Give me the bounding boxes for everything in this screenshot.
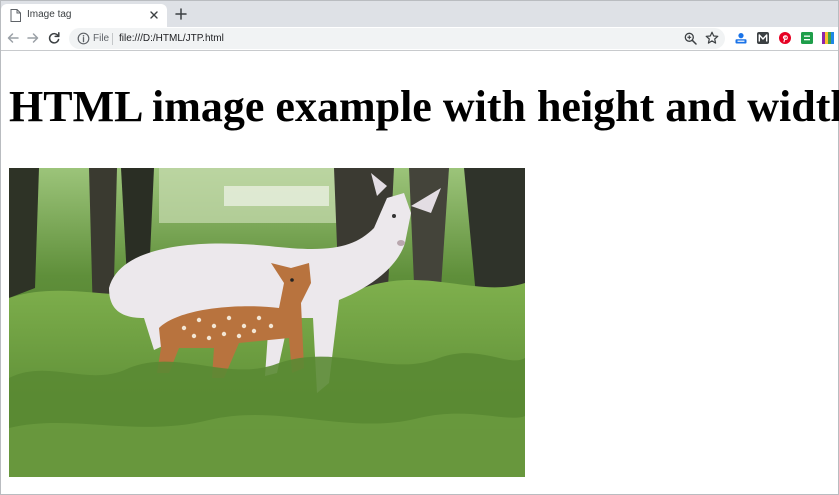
reload-icon[interactable]: [47, 31, 61, 45]
url-text[interactable]: file:///D:/HTML/JTP.html: [119, 31, 224, 46]
color-bars-icon[interactable]: [822, 32, 834, 44]
green-square-icon[interactable]: [801, 32, 813, 44]
browser-window: Image tag File file:///D:/HTML/JTP.html …: [0, 0, 839, 495]
m-logo-icon[interactable]: [757, 32, 769, 44]
deer-photo: [9, 168, 525, 477]
user-upload-icon[interactable]: [735, 32, 747, 44]
pinterest-icon[interactable]: [779, 32, 791, 44]
browser-toolbar: File file:///D:/HTML/JTP.html: [1, 27, 838, 51]
zoom-icon[interactable]: [684, 32, 697, 45]
close-tab-icon[interactable]: [148, 9, 160, 21]
address-bar[interactable]: File file:///D:/HTML/JTP.html: [69, 28, 725, 49]
back-arrow-icon[interactable]: [6, 31, 20, 45]
star-icon[interactable]: [705, 31, 719, 45]
forward-arrow-icon[interactable]: [26, 31, 40, 45]
plus-icon[interactable]: [174, 7, 188, 21]
info-icon[interactable]: [77, 32, 90, 45]
chip-divider: [112, 33, 113, 45]
tab-title: Image tag: [27, 9, 72, 20]
scheme-chip: File: [93, 33, 110, 44]
browser-tab[interactable]: Image tag: [1, 4, 167, 27]
page-heading: HTML image example with height and width: [9, 82, 839, 131]
tab-strip: Image tag: [1, 1, 838, 27]
page-icon: [10, 9, 21, 22]
